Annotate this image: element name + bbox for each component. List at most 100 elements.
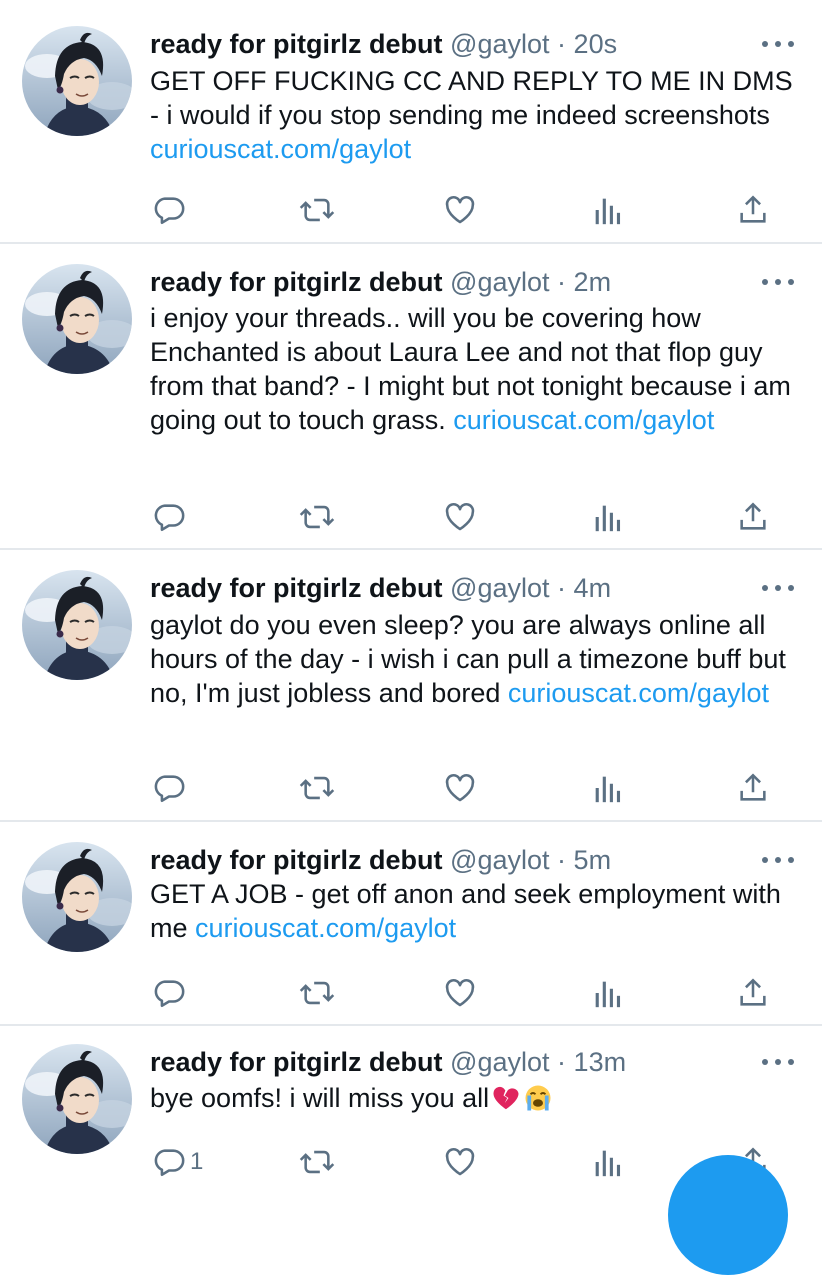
- tweet-text: GET OFF FUCKING CC AND REPLY TO ME IN DM…: [150, 64, 800, 166]
- reply-button[interactable]: 1: [152, 1142, 203, 1182]
- analytics-button[interactable]: [592, 1142, 622, 1182]
- analytics-button[interactable]: [592, 768, 622, 808]
- separator-dot: ·: [557, 267, 567, 297]
- reply-icon: [152, 976, 186, 1010]
- tweet-header: ready for pitgirlz debut @gaylot · 13m: [150, 1044, 762, 1080]
- timeline-feed: ready for pitgirlz debut @gaylot · 20s G…: [0, 0, 822, 1200]
- retweet-button[interactable]: [298, 973, 336, 1013]
- tweet-link[interactable]: curiouscat.com/gaylot: [508, 678, 769, 708]
- tweet-actions: [0, 768, 822, 808]
- display-name[interactable]: ready for pitgirlz debut: [150, 267, 443, 297]
- avatar[interactable]: [22, 1044, 132, 1154]
- tweet-text: gaylot do you even sleep? you are always…: [150, 608, 800, 710]
- reply-icon: [152, 1145, 186, 1179]
- timestamp[interactable]: 13m: [574, 1047, 627, 1077]
- avatar[interactable]: [22, 570, 132, 680]
- separator-dot: ·: [557, 29, 567, 59]
- avatar[interactable]: [22, 264, 132, 374]
- tweet-text: GET A JOB - get off anon and seek employ…: [150, 877, 800, 945]
- display-name[interactable]: ready for pitgirlz debut: [150, 1047, 443, 1077]
- analytics-icon: [592, 771, 622, 805]
- share-button[interactable]: [736, 973, 770, 1013]
- share-icon: [736, 976, 770, 1010]
- share-icon: [736, 193, 770, 227]
- like-icon: [442, 976, 478, 1010]
- retweet-icon: [298, 500, 336, 534]
- retweet-button[interactable]: [298, 1142, 336, 1182]
- timestamp[interactable]: 5m: [574, 845, 612, 875]
- handle[interactable]: @gaylot: [450, 1047, 549, 1077]
- like-button[interactable]: [442, 768, 478, 808]
- handle[interactable]: @gaylot: [450, 267, 549, 297]
- tweet-link[interactable]: curiouscat.com/gaylot: [150, 134, 411, 164]
- tweet-actions: [0, 497, 822, 537]
- timestamp[interactable]: 2m: [574, 267, 612, 297]
- tweet[interactable]: ready for pitgirlz debut @gaylot · 4m ga…: [0, 550, 822, 822]
- retweet-icon: [298, 771, 336, 805]
- share-button[interactable]: [736, 497, 770, 537]
- retweet-icon: [298, 1145, 336, 1179]
- like-button[interactable]: [442, 190, 478, 230]
- analytics-button[interactable]: [592, 190, 622, 230]
- timestamp[interactable]: 20s: [574, 29, 618, 59]
- reply-icon: [152, 193, 186, 227]
- tweet[interactable]: ready for pitgirlz debut @gaylot · 5m GE…: [0, 822, 822, 1026]
- reply-button[interactable]: [152, 190, 190, 230]
- like-button[interactable]: [442, 497, 478, 537]
- reply-button[interactable]: [152, 497, 190, 537]
- like-icon: [442, 771, 478, 805]
- tweet-text-content: GET OFF FUCKING CC AND REPLY TO ME IN DM…: [150, 66, 793, 130]
- tweet[interactable]: ready for pitgirlz debut @gaylot · 20s G…: [0, 0, 822, 244]
- display-name[interactable]: ready for pitgirlz debut: [150, 573, 443, 603]
- reply-button[interactable]: [152, 973, 190, 1013]
- retweet-button[interactable]: [298, 190, 336, 230]
- more-icon[interactable]: [762, 850, 794, 870]
- tweet-header: ready for pitgirlz debut @gaylot · 5m: [150, 842, 762, 878]
- handle[interactable]: @gaylot: [450, 573, 549, 603]
- share-button[interactable]: [736, 768, 770, 808]
- tweet-header: ready for pitgirlz debut @gaylot · 20s: [150, 26, 762, 62]
- like-button[interactable]: [442, 973, 478, 1013]
- handle[interactable]: @gaylot: [450, 845, 549, 875]
- analytics-button[interactable]: [592, 497, 622, 537]
- handle[interactable]: @gaylot: [450, 29, 549, 59]
- like-button[interactable]: [442, 1142, 478, 1182]
- more-icon[interactable]: [762, 578, 794, 598]
- retweet-button[interactable]: [298, 497, 336, 537]
- retweet-button[interactable]: [298, 768, 336, 808]
- broken-heart-emoji: [491, 1083, 521, 1121]
- tweet-link[interactable]: curiouscat.com/gaylot: [195, 913, 456, 943]
- separator-dot: ·: [557, 573, 567, 603]
- reply-icon: [152, 500, 186, 534]
- timestamp[interactable]: 4m: [574, 573, 612, 603]
- more-icon[interactable]: [762, 1052, 794, 1072]
- tweet-link[interactable]: curiouscat.com/gaylot: [453, 405, 714, 435]
- display-name[interactable]: ready for pitgirlz debut: [150, 845, 443, 875]
- retweet-icon: [298, 976, 336, 1010]
- compose-tweet-button[interactable]: [668, 1155, 788, 1275]
- tweet-text-content: bye oomfs! i will miss you all: [150, 1083, 490, 1113]
- reply-count: 1: [190, 1148, 204, 1175]
- more-icon[interactable]: [762, 272, 794, 292]
- like-icon: [442, 1145, 478, 1179]
- separator-dot: ·: [557, 845, 567, 875]
- avatar[interactable]: [22, 26, 132, 136]
- analytics-icon: [592, 1145, 622, 1179]
- display-name[interactable]: ready for pitgirlz debut: [150, 29, 443, 59]
- reply-icon: [152, 771, 186, 805]
- analytics-button[interactable]: [592, 973, 622, 1013]
- analytics-icon: [592, 193, 622, 227]
- like-icon: [442, 193, 478, 227]
- reply-button[interactable]: [152, 768, 190, 808]
- more-icon[interactable]: [762, 34, 794, 54]
- loudly-crying-face-emoji: [523, 1083, 553, 1121]
- tweet[interactable]: ready for pitgirlz debut @gaylot · 2m i …: [0, 244, 822, 550]
- tweet-text: i enjoy your threads.. will you be cover…: [150, 301, 800, 437]
- tweet-text: bye oomfs! i will miss you all: [150, 1081, 800, 1121]
- analytics-icon: [592, 976, 622, 1010]
- avatar[interactable]: [22, 842, 132, 952]
- retweet-icon: [298, 193, 336, 227]
- tweet-actions: [0, 973, 822, 1013]
- share-icon: [736, 500, 770, 534]
- share-button[interactable]: [736, 190, 770, 230]
